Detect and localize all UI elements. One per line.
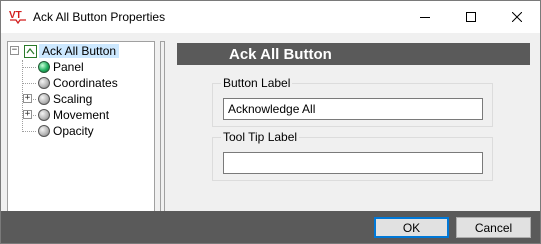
grey-ball-icon (38, 77, 50, 89)
properties-dialog: VT Ack All Button Properties − Ack All B… (0, 0, 541, 244)
section-title: Ack All Button (229, 45, 332, 63)
close-icon (512, 12, 522, 22)
grey-ball-icon (38, 125, 50, 137)
collapse-toggle[interactable]: − (10, 46, 19, 55)
tree-item-label: Coordinates (53, 76, 118, 90)
tooltip-label-input[interactable] (223, 152, 483, 174)
button-node-icon (24, 44, 37, 58)
section-header: Ack All Button (177, 43, 530, 65)
expand-toggle[interactable]: + (23, 110, 32, 119)
tree-item-label: Scaling (53, 92, 93, 106)
dialog-footer: OK Cancel (1, 211, 540, 243)
panel-splitter[interactable] (160, 41, 165, 211)
tree-item-opacity[interactable]: Opacity (38, 123, 94, 139)
tree-item-ack-all-button[interactable]: Ack All Button (24, 43, 120, 59)
tree-item-coordinates[interactable]: Coordinates (38, 75, 118, 91)
tree-item-label: Ack All Button (39, 44, 120, 58)
minimize-button[interactable] (402, 1, 448, 33)
dialog-body: − Ack All Button Panel Coordinates + Sca… (1, 33, 540, 211)
property-tree[interactable]: − Ack All Button Panel Coordinates + Sca… (7, 41, 155, 211)
maximize-button[interactable] (448, 1, 494, 33)
expand-toggle[interactable]: + (23, 94, 32, 103)
cancel-button[interactable]: Cancel (456, 217, 531, 238)
close-button[interactable] (494, 1, 540, 33)
tree-item-panel[interactable]: Panel (38, 59, 84, 75)
maximize-icon (466, 12, 476, 22)
title-bar[interactable]: VT Ack All Button Properties (1, 1, 540, 33)
tree-connector (22, 131, 36, 132)
tree-item-label: Opacity (53, 124, 94, 138)
vt-logo-icon: VT (9, 10, 26, 24)
ok-button[interactable]: OK (374, 217, 449, 238)
tooltip-label-group: Tool Tip Label (212, 130, 493, 181)
grey-ball-icon (38, 109, 50, 121)
tree-item-label: Movement (53, 108, 110, 122)
tree-item-movement[interactable]: Movement (38, 107, 109, 123)
button-label-input[interactable] (223, 98, 483, 120)
button-label-group: Button Label (212, 76, 493, 127)
tree-connector (22, 83, 36, 84)
window-title: Ack All Button Properties (33, 10, 166, 24)
button-label-caption: Button Label (221, 76, 293, 90)
tooltip-label-caption: Tool Tip Label (221, 130, 300, 144)
green-ball-icon (38, 61, 50, 73)
minimize-icon (420, 17, 430, 18)
tree-item-scaling[interactable]: Scaling (38, 91, 92, 107)
tree-connector (22, 67, 36, 68)
tree-item-label: Panel (53, 60, 84, 74)
grey-ball-icon (38, 93, 50, 105)
